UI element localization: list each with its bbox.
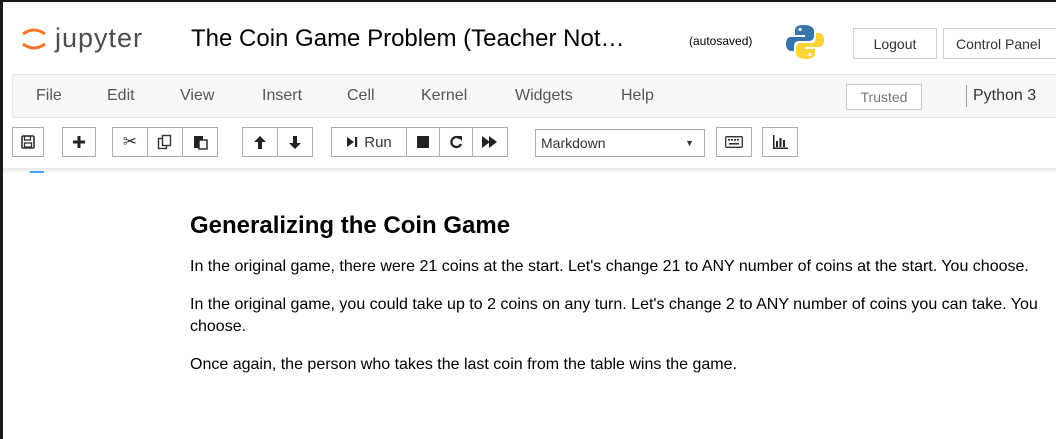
restart-kernel-button[interactable] bbox=[439, 127, 473, 157]
insert-cell-button[interactable] bbox=[62, 127, 96, 157]
run-label: Run bbox=[364, 133, 392, 151]
paste-icon bbox=[193, 136, 208, 150]
control-panel-button[interactable]: Control Panel bbox=[943, 28, 1056, 59]
save-button[interactable] bbox=[12, 127, 44, 157]
menu-cell[interactable]: Cell bbox=[347, 87, 375, 105]
toolbar-divider bbox=[3, 168, 1056, 174]
jupyter-logo-text[interactable]: jupyter bbox=[55, 23, 143, 54]
copy-button[interactable] bbox=[147, 127, 183, 157]
keyboard-icon bbox=[725, 136, 743, 148]
cell-marker bbox=[30, 171, 44, 173]
arrow-up-icon bbox=[254, 135, 266, 149]
logout-button[interactable]: Logout bbox=[853, 28, 937, 59]
cell-type-value: Markdown bbox=[541, 135, 606, 151]
restart-icon bbox=[450, 135, 463, 149]
menu-edit[interactable]: Edit bbox=[107, 87, 135, 105]
chevron-down-icon: ▼ bbox=[685, 138, 694, 148]
move-down-button[interactable] bbox=[277, 127, 313, 157]
stop-icon bbox=[417, 136, 429, 148]
header: jupyter The Coin Game Problem (Teacher N… bbox=[3, 14, 1056, 70]
step-icon bbox=[347, 137, 358, 147]
menu-view[interactable]: View bbox=[180, 87, 214, 105]
cut-button[interactable]: ✂ bbox=[112, 127, 148, 157]
paste-button[interactable] bbox=[182, 127, 218, 157]
command-palette-button[interactable] bbox=[716, 127, 752, 157]
paragraph-3: Once again, the person who takes the las… bbox=[190, 355, 737, 373]
menu-file[interactable]: File bbox=[36, 87, 62, 105]
interrupt-kernel-button[interactable] bbox=[406, 127, 440, 157]
menu-bar: File Edit View Insert Cell Kernel Widget… bbox=[12, 74, 1056, 118]
jupyter-logo-icon[interactable] bbox=[21, 24, 47, 54]
bar-chart-icon bbox=[773, 135, 788, 149]
menu-insert[interactable]: Insert bbox=[262, 87, 302, 105]
cut-icon: ✂ bbox=[122, 132, 138, 151]
menu-help[interactable]: Help bbox=[621, 87, 654, 105]
menu-kernel[interactable]: Kernel bbox=[421, 87, 467, 105]
fast-forward-icon bbox=[482, 136, 497, 148]
copy-icon bbox=[157, 134, 172, 150]
toolbar: ✂ Run Markdown ▼ bbox=[12, 124, 1056, 164]
cell-type-select[interactable]: Markdown ▼ bbox=[535, 129, 705, 157]
autosave-status: (autosaved) bbox=[689, 34, 753, 48]
window-frame-top bbox=[0, 0, 1056, 14]
paragraph-1: In the original game, there were 21 coin… bbox=[190, 258, 1029, 275]
chart-button[interactable] bbox=[762, 127, 798, 157]
notebook-title[interactable]: The Coin Game Problem (Teacher Not… bbox=[191, 25, 625, 53]
menu-widgets[interactable]: Widgets bbox=[515, 87, 573, 105]
arrow-down-icon bbox=[289, 135, 301, 149]
markdown-cell[interactable]: Generalizing the Coin Game In the origin… bbox=[190, 212, 1040, 391]
paragraph-2: In the original game, you could take up … bbox=[190, 295, 1038, 336]
plus-icon bbox=[73, 136, 85, 148]
trusted-indicator[interactable]: Trusted bbox=[846, 84, 922, 110]
kernel-name[interactable]: Python 3 bbox=[966, 85, 1036, 107]
move-up-button[interactable] bbox=[242, 127, 278, 157]
cell-heading: Generalizing the Coin Game bbox=[190, 212, 511, 239]
python-logo-icon bbox=[786, 25, 824, 59]
save-icon bbox=[21, 135, 35, 149]
restart-run-all-button[interactable] bbox=[472, 127, 508, 157]
run-button[interactable]: Run bbox=[331, 127, 407, 157]
